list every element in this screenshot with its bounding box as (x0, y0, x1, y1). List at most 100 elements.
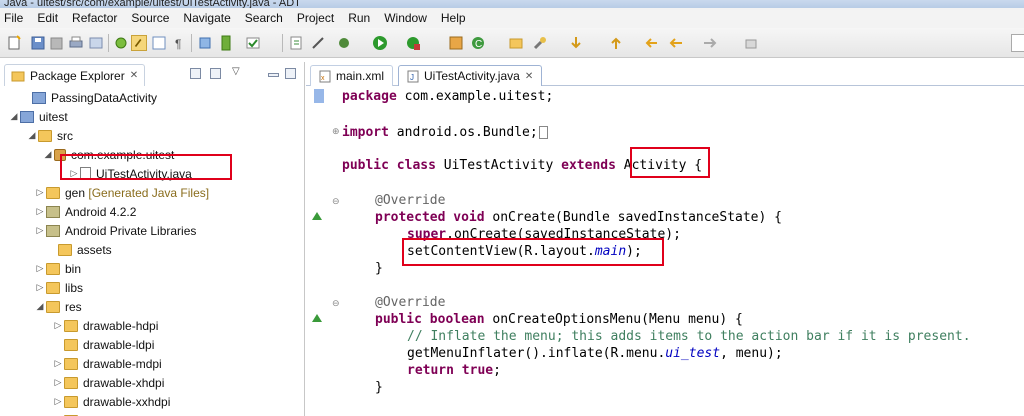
highlight-box-activity (630, 147, 710, 178)
forward-icon[interactable] (702, 35, 718, 51)
minimize-icon[interactable] (268, 73, 279, 77)
code-line-override-2: @Override (375, 295, 446, 310)
menu-edit[interactable]: Edit (37, 11, 58, 25)
expanded-arrow-icon[interactable]: ◢ (26, 130, 38, 141)
library-icon (46, 205, 60, 218)
new-class-icon[interactable]: C (470, 35, 486, 51)
tree-item-layout[interactable]: ◢layout (0, 411, 304, 416)
collapsed-arrow-icon[interactable]: ▷ (34, 206, 46, 217)
menu-source[interactable]: Source (131, 11, 169, 25)
folder-icon (64, 395, 78, 408)
block-select-icon[interactable] (151, 35, 167, 51)
package-explorer-tab[interactable]: Package Explorer ✕ (4, 64, 146, 86)
tree-item-passingdataactivity[interactable]: PassingDataActivity (0, 88, 304, 107)
fold-collapse-icon[interactable]: ⊖ (332, 196, 340, 206)
tree-item-assets[interactable]: assets (0, 240, 304, 259)
fold-collapse-icon[interactable]: ⊖ (332, 298, 340, 308)
tab-main-xml[interactable]: x main.xml (310, 65, 394, 86)
tree-item-src[interactable]: ◢ src (0, 126, 304, 145)
new-icon[interactable] (6, 35, 22, 51)
menu-window[interactable]: Window (384, 11, 427, 25)
collapsed-arrow-icon[interactable]: ▷ (52, 320, 64, 331)
folder-icon (64, 357, 78, 370)
collapsed-arrow-icon[interactable]: ▷ (34, 225, 46, 236)
last-edit-icon[interactable] (644, 35, 660, 51)
menu-bar: File Edit Refactor Source Navigate Searc… (0, 8, 1024, 28)
save-icon[interactable] (30, 35, 46, 51)
collapsed-arrow-icon[interactable]: ▷ (34, 263, 46, 274)
pin-editor-icon[interactable] (743, 35, 759, 51)
editor-tab-bar: x main.xml J UiTestActivity.java ✕ (306, 62, 1024, 86)
lint-icon[interactable] (288, 35, 304, 51)
new-package-icon[interactable] (448, 35, 464, 51)
quick-access-field[interactable] (1011, 34, 1024, 52)
folder-icon (46, 186, 60, 199)
back-icon[interactable] (668, 35, 684, 51)
view-menu-icon[interactable]: ▽ (232, 66, 243, 77)
fold-expand-icon[interactable]: ⊕ (332, 126, 340, 136)
menu-project[interactable]: Project (297, 11, 334, 25)
external-tools-icon[interactable] (405, 35, 421, 51)
save-all-icon[interactable] (48, 35, 64, 51)
svg-text:¶: ¶ (175, 37, 181, 51)
highlight-box-setcontentview (402, 238, 664, 266)
menu-search[interactable]: Search (245, 11, 283, 25)
tab-uitestactivity-java[interactable]: J UiTestActivity.java ✕ (398, 65, 543, 86)
maximize-icon[interactable] (285, 68, 296, 79)
print-icon[interactable] (68, 35, 84, 51)
expanded-arrow-icon[interactable]: ◢ (34, 301, 46, 312)
run-icon[interactable] (372, 35, 388, 51)
svg-text:J: J (410, 73, 414, 82)
open-type-icon[interactable] (508, 35, 524, 51)
tree-item-libs[interactable]: ▷ libs (0, 278, 304, 297)
tree-item-drawable-hdpi[interactable]: ▷ drawable-hdpi (0, 316, 304, 335)
sdk-manager-icon[interactable] (197, 35, 213, 51)
tree-item-drawable-mdpi[interactable]: ▷ drawable-mdpi (0, 354, 304, 373)
collapse-all-icon[interactable] (190, 68, 201, 79)
menu-navigate[interactable]: Navigate (183, 11, 230, 25)
tree-item-res[interactable]: ◢ res (0, 297, 304, 316)
collapsed-arrow-icon[interactable]: ▷ (34, 187, 46, 198)
expanded-arrow-icon[interactable]: ◢ (8, 111, 20, 122)
project-icon (32, 91, 46, 104)
override-marker-icon (312, 212, 322, 220)
source-folder-icon (38, 129, 52, 142)
debug-android-icon[interactable] (113, 35, 129, 51)
xml-file-icon: x (319, 70, 331, 82)
tree-item-android-4-2-2[interactable]: ▷ Android 4.2.2 (0, 202, 304, 221)
tree-item-drawable-ldpi[interactable]: drawable-ldpi (0, 335, 304, 354)
pin-icon[interactable] (310, 35, 326, 51)
folder-icon (46, 281, 60, 294)
preview-icon[interactable] (88, 35, 104, 51)
collapsed-arrow-icon[interactable]: ▷ (52, 377, 64, 388)
prev-annotation-icon[interactable] (608, 35, 624, 51)
show-whitespace-icon[interactable]: ¶ (171, 35, 187, 51)
mark-occurrences-icon[interactable] (131, 35, 147, 51)
next-annotation-icon[interactable] (568, 35, 584, 51)
tree-item-drawable-xhdpi[interactable]: ▷ drawable-xhdpi (0, 373, 304, 392)
menu-run[interactable]: Run (348, 11, 370, 25)
code-line-oncreate: protected void onCreate(Bundle savedInst… (375, 210, 782, 225)
menu-file[interactable]: File (4, 11, 23, 25)
tree-item-uitest[interactable]: ◢ uitest (0, 107, 304, 126)
collapsed-arrow-icon[interactable]: ▷ (52, 358, 64, 369)
expanded-arrow-icon[interactable]: ◢ (42, 149, 54, 160)
avd-manager-icon[interactable] (218, 35, 234, 51)
close-icon[interactable]: ✕ (130, 70, 138, 81)
menu-refactor[interactable]: Refactor (72, 11, 117, 25)
debug-icon[interactable] (336, 35, 352, 51)
tree-item-bin[interactable]: ▷ bin (0, 259, 304, 278)
collapsed-arrow-icon[interactable]: ▷ (34, 282, 46, 293)
task-icon[interactable] (245, 35, 261, 51)
tree-item-drawable-xxhdpi[interactable]: ▷ drawable-xxhdpi (0, 392, 304, 411)
link-with-editor-icon[interactable] (210, 68, 221, 79)
menu-help[interactable]: Help (441, 11, 466, 25)
tree-item-android-private-libraries[interactable]: ▷ Android Private Libraries (0, 221, 304, 240)
search-icon[interactable] (532, 35, 548, 51)
close-icon[interactable]: ✕ (525, 71, 533, 82)
code-editor: x main.xml J UiTestActivity.java ✕ ⊕ ⊖ ⊖… (306, 62, 1024, 416)
collapsed-arrow-icon[interactable]: ▷ (52, 396, 64, 407)
code-line-package: package com.example.uitest; (342, 89, 554, 104)
tree-item-gen[interactable]: ▷ gen [Generated Java Files] (0, 183, 304, 202)
highlight-box-java-file (60, 154, 232, 180)
